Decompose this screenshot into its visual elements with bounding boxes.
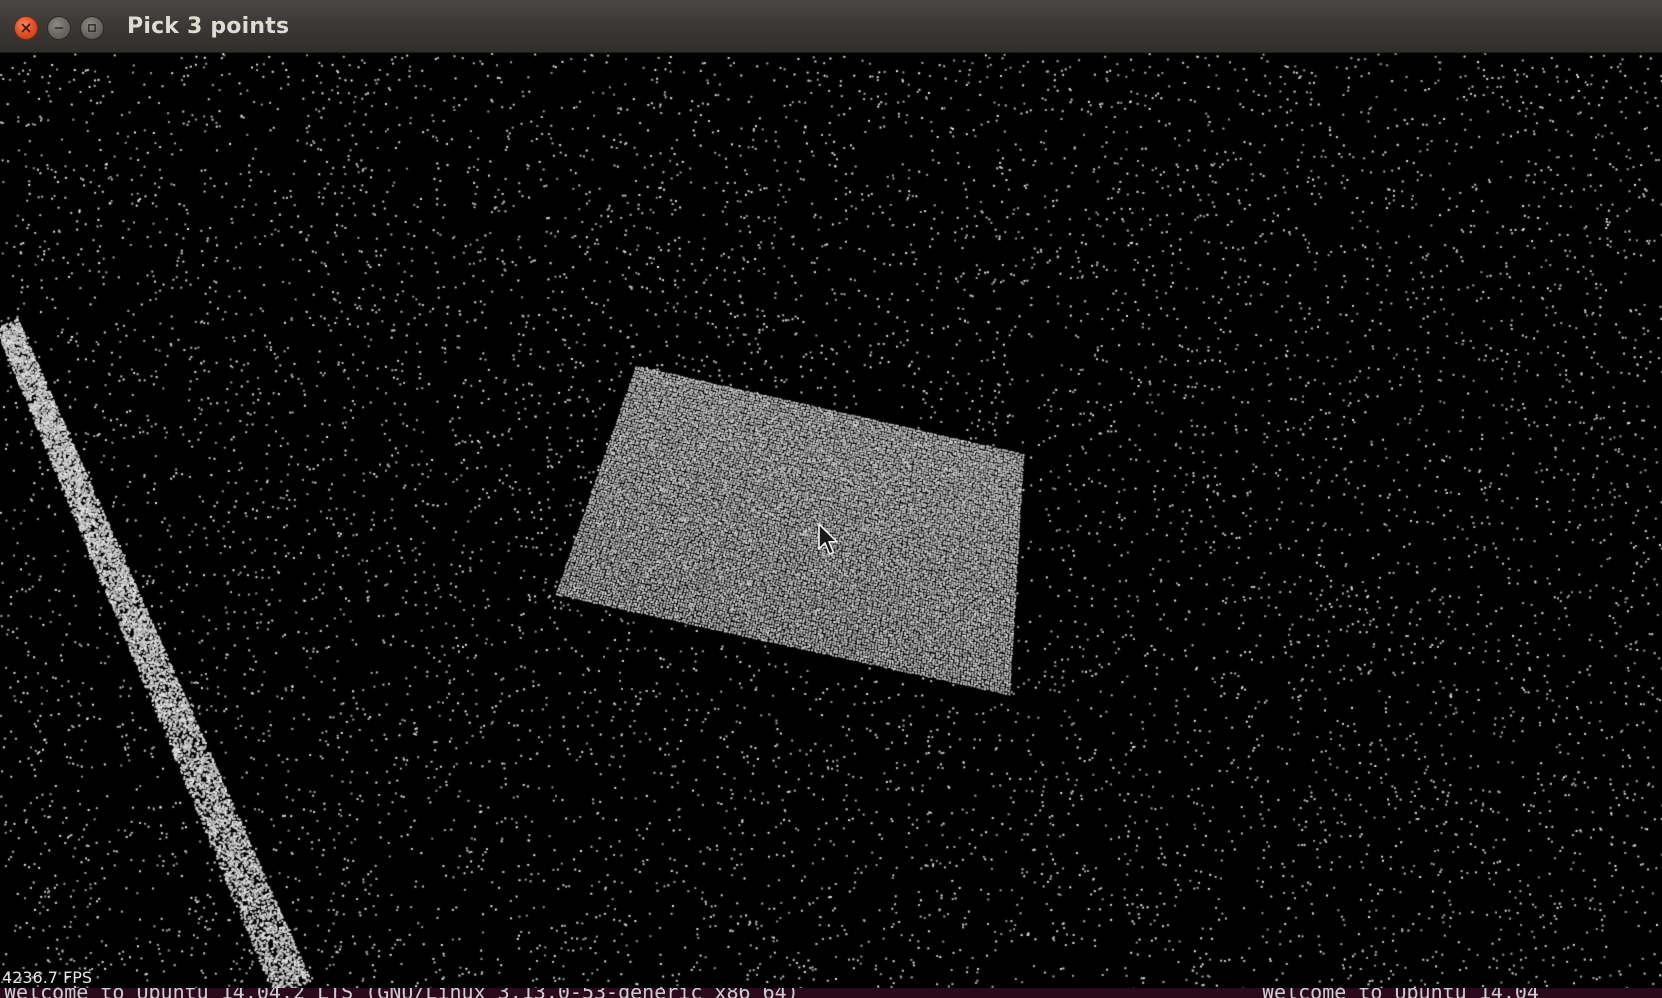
maximize-button[interactable] xyxy=(80,16,104,40)
mouse-pointer-icon xyxy=(818,523,838,555)
title-bar[interactable]: Pick 3 points xyxy=(0,0,1662,53)
close-icon xyxy=(21,23,31,33)
minimize-button[interactable] xyxy=(47,16,71,40)
terminal-text-right: Welcome to Ubuntu 14.04 xyxy=(1262,988,1539,998)
fps-counter: 4236.7 FPS xyxy=(2,968,93,987)
minimize-icon xyxy=(54,27,64,29)
point-picker-window: Pick 3 points 4236.7 FPS Welcome to Ubun… xyxy=(0,0,1662,998)
maximize-icon xyxy=(88,24,96,32)
point-cloud-canvas[interactable] xyxy=(0,53,1662,988)
point-cloud-viewport[interactable] xyxy=(0,53,1662,988)
window-title: Pick 3 points xyxy=(127,14,290,39)
terminal-text-left: Welcome to Ubuntu 14.04.2 LTS (GNU/Linux… xyxy=(4,988,799,998)
close-button[interactable] xyxy=(14,16,38,40)
background-terminal-strip: Welcome to Ubuntu 14.04.2 LTS (GNU/Linux… xyxy=(0,988,1662,998)
